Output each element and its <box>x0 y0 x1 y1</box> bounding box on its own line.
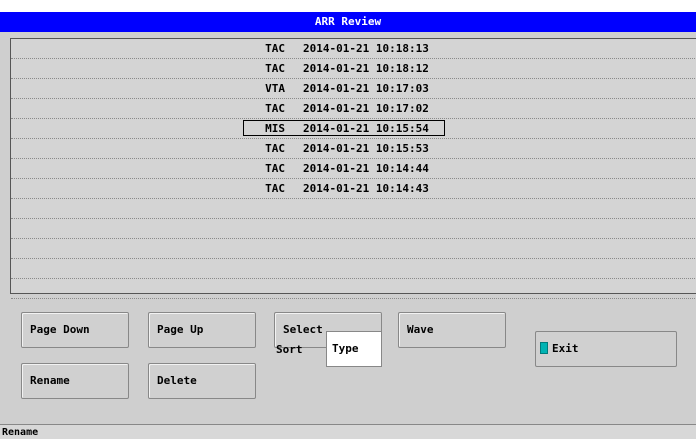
event-type: TAC <box>265 62 285 75</box>
event-row[interactable]: MIS 2014-01-21 10:15:54 <box>11 119 696 139</box>
top-strip <box>0 0 696 12</box>
event-row[interactable]: TAC 2014-01-21 10:14:44 <box>11 159 696 179</box>
exit-label: Exit <box>552 342 579 355</box>
page-up-button[interactable]: Page Up <box>148 312 256 348</box>
empty-row <box>11 239 696 259</box>
event-type: VTA <box>265 82 285 95</box>
delete-button[interactable]: Delete <box>148 363 256 399</box>
event-row[interactable]: TAC 2014-01-21 10:14:43 <box>11 179 696 199</box>
exit-button[interactable]: Exit <box>535 331 677 367</box>
event-datetime: 2014-01-21 10:17:03 <box>303 82 429 95</box>
exit-key-icon <box>540 342 548 354</box>
event-row[interactable]: TAC 2014-01-21 10:17:02 <box>11 99 696 119</box>
sort-type-select[interactable]: Type <box>326 331 382 367</box>
event-datetime: 2014-01-21 10:14:44 <box>303 162 429 175</box>
event-datetime: 2014-01-21 10:14:43 <box>303 182 429 195</box>
event-type: TAC <box>265 42 285 55</box>
rename-button[interactable]: Rename <box>21 363 129 399</box>
event-type: MIS <box>265 122 285 135</box>
empty-row <box>11 199 696 219</box>
event-row[interactable]: TAC 2014-01-21 10:15:53 <box>11 139 696 159</box>
event-type: TAC <box>265 182 285 195</box>
empty-row <box>11 279 696 299</box>
event-datetime: 2014-01-21 10:18:13 <box>303 42 429 55</box>
event-type: TAC <box>265 162 285 175</box>
empty-row <box>11 219 696 239</box>
event-list[interactable]: TAC 2014-01-21 10:18:13 TAC 2014-01-21 10:1… <box>10 38 696 299</box>
page-down-button[interactable]: Page Down <box>21 312 129 348</box>
event-datetime: 2014-01-21 10:18:12 <box>303 62 429 75</box>
event-row[interactable]: TAC 2014-01-21 10:18:13 <box>11 39 696 59</box>
wave-button[interactable]: Wave <box>398 312 506 348</box>
sort-label: Sort <box>276 343 303 356</box>
status-bar: Rename <box>0 424 696 439</box>
event-datetime: 2014-01-21 10:15:54 <box>303 122 429 135</box>
event-row[interactable]: VTA 2014-01-21 10:17:03 <box>11 79 696 99</box>
event-type: TAC <box>265 142 285 155</box>
empty-row <box>11 259 696 279</box>
event-type: TAC <box>265 102 285 115</box>
event-row[interactable]: TAC 2014-01-21 10:18:12 <box>11 59 696 79</box>
window-title: ARR Review <box>0 12 696 32</box>
event-datetime: 2014-01-21 10:15:53 <box>303 142 429 155</box>
event-datetime: 2014-01-21 10:17:02 <box>303 102 429 115</box>
